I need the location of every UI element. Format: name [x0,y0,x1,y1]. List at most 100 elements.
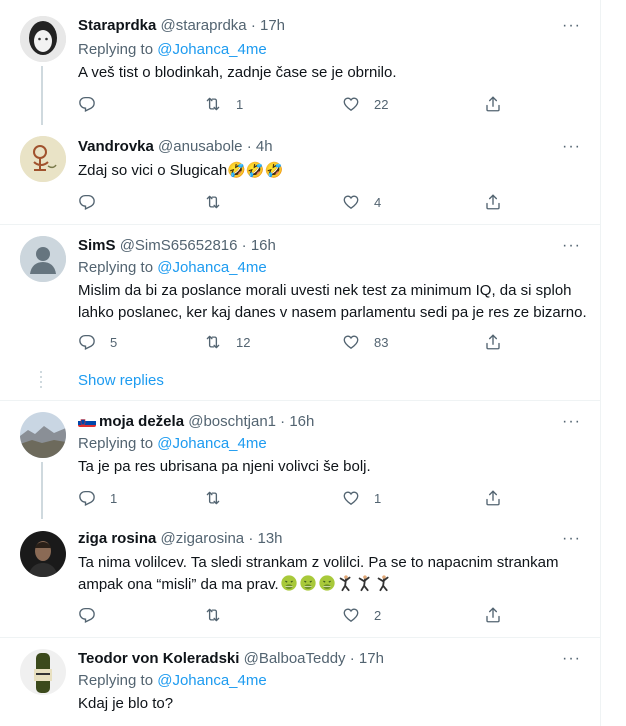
more-icon[interactable]: ··· [562,137,581,157]
author-handle[interactable]: @SimS65652816 [120,237,238,254]
tweet-ziga-rosina[interactable]: ziga rosina @zigarosina · 13h ··· Ta nim… [0,519,600,637]
separator-dot: · [241,237,247,254]
tweet-text: Mislim da bi za poslance morali uvesti n… [78,280,588,324]
avatar[interactable] [20,236,66,282]
like-button[interactable]: 4 [342,192,381,212]
author-handle[interactable]: @anusabole [158,138,242,155]
retweet-button[interactable] [204,488,236,508]
like-icon [342,333,360,351]
like-count: 83 [374,334,389,350]
replying-prefix: Replying to [78,435,154,452]
replying-to: Replying to @Johanca_4me [78,258,267,278]
like-button[interactable]: 22 [342,94,388,114]
retweet-button[interactable] [204,605,236,625]
share-button[interactable] [484,605,502,625]
like-icon [342,489,360,507]
avatar-image [20,136,66,182]
more-icon[interactable]: ··· [562,412,581,432]
timestamp[interactable]: 16h [289,413,314,430]
avatar[interactable] [20,649,66,695]
tweet-actions: 1 22 [78,94,508,114]
tweet-staraprdka[interactable]: Staraprdka @staraprdka · 17h ··· Replyin… [0,0,600,125]
reply-button[interactable]: 5 [78,332,117,352]
reply-icon [78,606,96,624]
author-handle[interactable]: @zigarosina [161,530,245,547]
retweet-count: 1 [236,96,244,112]
more-icon[interactable]: ··· [562,16,581,36]
replying-to: Replying to @Johanca_4me [78,671,267,691]
retweet-button[interactable] [204,192,236,212]
more-icon[interactable]: ··· [562,649,581,669]
share-icon [484,193,502,211]
reply-button[interactable] [78,192,110,212]
timestamp[interactable]: 17h [260,17,285,34]
share-icon [484,333,502,351]
mention-link[interactable]: @Johanca_4me [157,41,266,58]
avatar[interactable] [20,412,66,458]
retweet-icon [204,193,222,211]
tweet-header: SimS @SimS65652816 · 16h [78,236,276,256]
thread-line [41,462,43,519]
tweet-teodor[interactable]: Teodor von Koleradski @BalboaTeddy · 17h… [0,638,600,726]
retweet-button[interactable]: 1 [204,94,243,114]
replying-to: Replying to @Johanca_4me [78,434,267,454]
like-button[interactable]: 2 [342,605,381,625]
avatar-image [20,412,66,458]
retweet-button[interactable]: 12 [204,332,250,352]
separator-dot: · [250,17,256,34]
share-icon [484,606,502,624]
share-button[interactable] [484,488,502,508]
reply-button[interactable] [78,605,110,625]
reply-icon [78,333,96,351]
reply-icon [78,489,96,507]
separator-dot: · [280,413,286,430]
dancer-emoji [375,574,393,592]
more-icon[interactable]: ··· [562,236,581,256]
tweet-vandrovka[interactable]: Vandrovka @anusabole · 4h ··· Zdaj so vi… [0,125,600,224]
author-name[interactable]: SimS [78,237,116,254]
show-replies-link[interactable]: Show replies [78,371,164,391]
avatar[interactable] [20,136,66,182]
tweet-sims[interactable]: SimS @SimS65652816 · 16h ··· Replying to… [0,225,600,400]
reply-button[interactable]: 1 [78,488,117,508]
author-handle[interactable]: @staraprdka [161,17,247,34]
tweet-text: Ta nima volilcev. Ta sledi strankam z vo… [78,552,588,596]
tweet-text-line: Ta nima volilcev. Ta sledi strankam z vo… [78,554,559,571]
more-icon[interactable]: ··· [562,529,581,549]
author-name[interactable]: ziga rosina [78,530,156,547]
mention-link[interactable]: @Johanca_4me [157,259,266,276]
retweet-icon [204,95,222,113]
mention-link[interactable]: @Johanca_4me [157,672,266,689]
timestamp[interactable]: 4h [256,138,273,155]
avatar[interactable] [20,531,66,577]
share-button[interactable] [484,332,502,352]
like-button[interactable]: 1 [342,488,381,508]
author-name[interactable]: Staraprdka [78,17,156,34]
reply-count: 1 [110,490,118,506]
replying-prefix: Replying to [78,672,154,689]
author-name[interactable]: Teodor von Koleradski [78,650,239,667]
author-name[interactable]: Vandrovka [78,138,154,155]
replying-to: Replying to @Johanca_4me [78,40,267,60]
mention-link[interactable]: @Johanca_4me [157,435,266,452]
author-handle[interactable]: @boschtjan1 [188,413,276,430]
tweet-text: Zdaj so vici o Slugicah🤣🤣🤣 [78,162,284,179]
tweet-header: Vandrovka @anusabole · 4h [78,137,273,157]
tweet-text: A veš tist o blodinkah, zadnje čase se j… [78,64,397,81]
like-count: 1 [374,490,382,506]
flag-slovenia-icon [78,415,96,427]
avatar[interactable] [20,16,66,62]
tweet-moja-dezela[interactable]: moja dežela @boschtjan1 · 16h ··· Replyi… [0,401,600,519]
author-name[interactable]: moja dežela [99,413,184,430]
timestamp[interactable]: 13h [257,530,282,547]
author-handle[interactable]: @BalboaTeddy [244,650,346,667]
share-button[interactable] [484,192,502,212]
timestamp[interactable]: 16h [251,237,276,254]
like-button[interactable]: 83 [342,332,388,352]
dancer-emoji [356,574,374,592]
share-button[interactable] [484,94,502,114]
default-avatar-icon [20,236,66,282]
timestamp[interactable]: 17h [359,650,384,667]
tweet-text-fragment: ampak ona “misli” da ma prav. [78,576,279,593]
reply-button[interactable] [78,94,110,114]
